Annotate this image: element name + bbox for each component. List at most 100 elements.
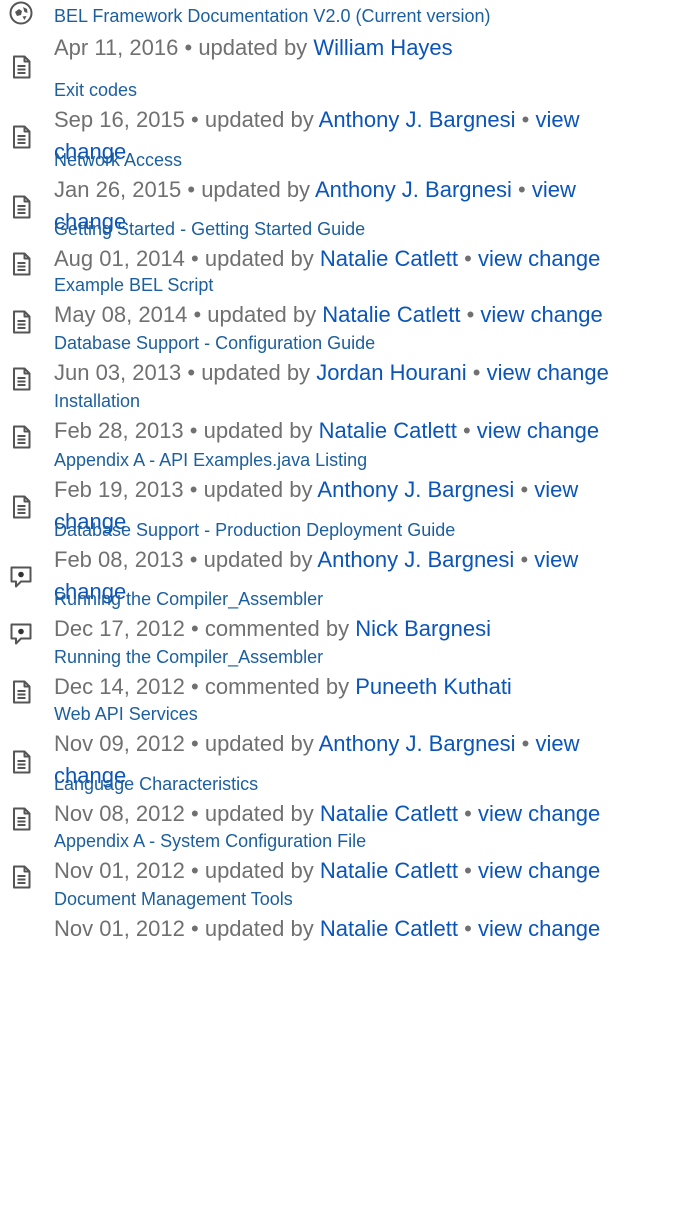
author-link[interactable]: Anthony J. Bargnesi	[319, 107, 516, 132]
activity-title-link[interactable]: Example BEL Script	[54, 275, 213, 295]
separator-dot: •	[191, 107, 199, 132]
separator-dot: •	[464, 801, 472, 826]
activity-meta: Jun 03, 2013 • updated by Jordan Hourani…	[54, 357, 654, 389]
separator-dot: •	[191, 246, 199, 271]
separator-dot: •	[187, 177, 196, 202]
author-link[interactable]: Natalie Catlett	[320, 246, 458, 271]
activity-title-link[interactable]: Appendix A - API Examples.java Listing	[54, 450, 367, 470]
activity-date: Feb 08, 2013	[54, 547, 184, 572]
separator-dot: •	[189, 418, 198, 443]
activity-meta: May 08, 2014 • updated by Natalie Catlet…	[54, 299, 654, 331]
author-link[interactable]: Natalie Catlett	[320, 858, 458, 883]
separator-dot: •	[521, 107, 530, 132]
activity-title-link[interactable]: BEL Framework Documentation V2.0 (Curren…	[54, 6, 491, 26]
separator-dot: •	[191, 916, 199, 941]
activity-meta: Feb 28, 2013 • updated by Natalie Catlet…	[54, 415, 654, 447]
view-change-link[interactable]: view change	[478, 246, 600, 271]
page-icon	[8, 54, 34, 80]
activity-title-link[interactable]: Running the Compiler_Assembler	[54, 647, 323, 667]
separator-dot: •	[462, 418, 471, 443]
separator-dot: •	[464, 246, 472, 271]
view-change-link[interactable]: view change	[487, 360, 609, 385]
activity-title-link[interactable]: Network Access	[54, 150, 182, 170]
activity-date: Feb 28, 2013	[54, 418, 184, 443]
page-icon	[8, 124, 34, 150]
activity-title-link[interactable]: Database Support - Production Deployment…	[54, 520, 455, 540]
author-link[interactable]: Natalie Catlett	[320, 916, 458, 941]
activity-action: commented by	[204, 616, 350, 641]
activity-title-link[interactable]: Database Support - Configuration Guide	[54, 333, 375, 353]
activity-meta: Nov 01, 2012 • updated by Natalie Catlet…	[54, 855, 654, 887]
space-icon	[8, 0, 34, 26]
activity-title-link[interactable]: Appendix A - System Configuration File	[54, 831, 366, 851]
activity-title-link[interactable]: Web API Services	[54, 704, 198, 724]
activity-title-link[interactable]: Language Characteristics	[54, 774, 258, 794]
separator-dot: •	[189, 477, 198, 502]
activity-action: updated by	[203, 418, 313, 443]
view-change-link[interactable]: view change	[478, 801, 600, 826]
author-link[interactable]: Anthony J. Bargnesi	[319, 731, 516, 756]
activity-date: Sep 16, 2015	[54, 107, 185, 132]
page-icon	[8, 864, 34, 890]
author-link[interactable]: Anthony J. Bargnesi	[317, 477, 514, 502]
activity-action: updated by	[204, 246, 314, 271]
activity-action: updated by	[204, 731, 314, 756]
author-link[interactable]: Natalie Catlett	[322, 302, 460, 327]
author-link[interactable]: Jordan Hourani	[316, 360, 466, 385]
activity-date: Dec 17, 2012	[54, 616, 185, 641]
comment-icon	[8, 621, 34, 647]
separator-dot: •	[191, 858, 199, 883]
activity-title-link[interactable]: Getting Started - Getting Started Guide	[54, 219, 365, 239]
author-link[interactable]: Anthony J. Bargnesi	[315, 177, 512, 202]
activity-action: updated by	[201, 177, 311, 202]
activity-meta: Apr 11, 2016 • updated by William Hayes	[54, 32, 654, 64]
view-change-link[interactable]: view change	[480, 302, 602, 327]
activity-action: updated by	[203, 547, 313, 572]
view-change-link[interactable]: view change	[478, 858, 600, 883]
view-change-link[interactable]: view change	[478, 916, 600, 941]
author-link[interactable]: Anthony J. Bargnesi	[317, 547, 514, 572]
author-link[interactable]: Natalie Catlett	[319, 418, 457, 443]
view-change-link[interactable]: view change	[477, 418, 599, 443]
activity-date: Nov 01, 2012	[54, 916, 185, 941]
activity-title-link[interactable]: Installation	[54, 391, 140, 411]
separator-dot: •	[184, 35, 193, 60]
activity-title-link[interactable]: Document Management Tools	[54, 889, 293, 909]
separator-dot: •	[520, 547, 529, 572]
author-link[interactable]: Natalie Catlett	[320, 801, 458, 826]
activity-action: updated by	[207, 302, 317, 327]
activity-date: Nov 09, 2012	[54, 731, 185, 756]
separator-dot: •	[193, 302, 202, 327]
separator-dot: •	[472, 360, 481, 385]
author-link[interactable]: Puneeth Kuthati	[355, 674, 512, 699]
separator-dot: •	[191, 616, 199, 641]
separator-dot: •	[520, 477, 529, 502]
comment-icon	[8, 564, 34, 590]
activity-date: May 08, 2014	[54, 302, 188, 327]
activity-meta: Nov 08, 2012 • updated by Natalie Catlet…	[54, 798, 654, 830]
separator-dot: •	[518, 177, 526, 202]
activity-meta: Aug 01, 2014 • updated by Natalie Catlet…	[54, 243, 654, 275]
activity-action: updated by	[204, 107, 314, 132]
page-icon	[8, 806, 34, 832]
activity-action: updated by	[198, 35, 308, 60]
page-icon	[8, 679, 34, 705]
page-icon	[8, 366, 34, 392]
separator-dot: •	[464, 858, 472, 883]
separator-dot: •	[464, 916, 472, 941]
activity-action: updated by	[204, 916, 314, 941]
activity-date: Apr 11, 2016	[54, 35, 179, 60]
activity-title-link[interactable]: Exit codes	[54, 80, 137, 100]
author-link[interactable]: William Hayes	[313, 35, 452, 60]
activity-title-link[interactable]: Running the Compiler_Assembler	[54, 589, 323, 609]
activity-action: updated by	[203, 477, 313, 502]
page-icon	[8, 194, 34, 220]
author-link[interactable]: Nick Bargnesi	[355, 616, 491, 641]
activity-action: updated by	[204, 858, 314, 883]
activity-date: Jun 03, 2013	[54, 360, 182, 385]
page-icon	[8, 424, 34, 450]
page-icon	[8, 309, 34, 335]
separator-dot: •	[191, 674, 199, 699]
separator-dot: •	[466, 302, 475, 327]
activity-date: Nov 01, 2012	[54, 858, 185, 883]
